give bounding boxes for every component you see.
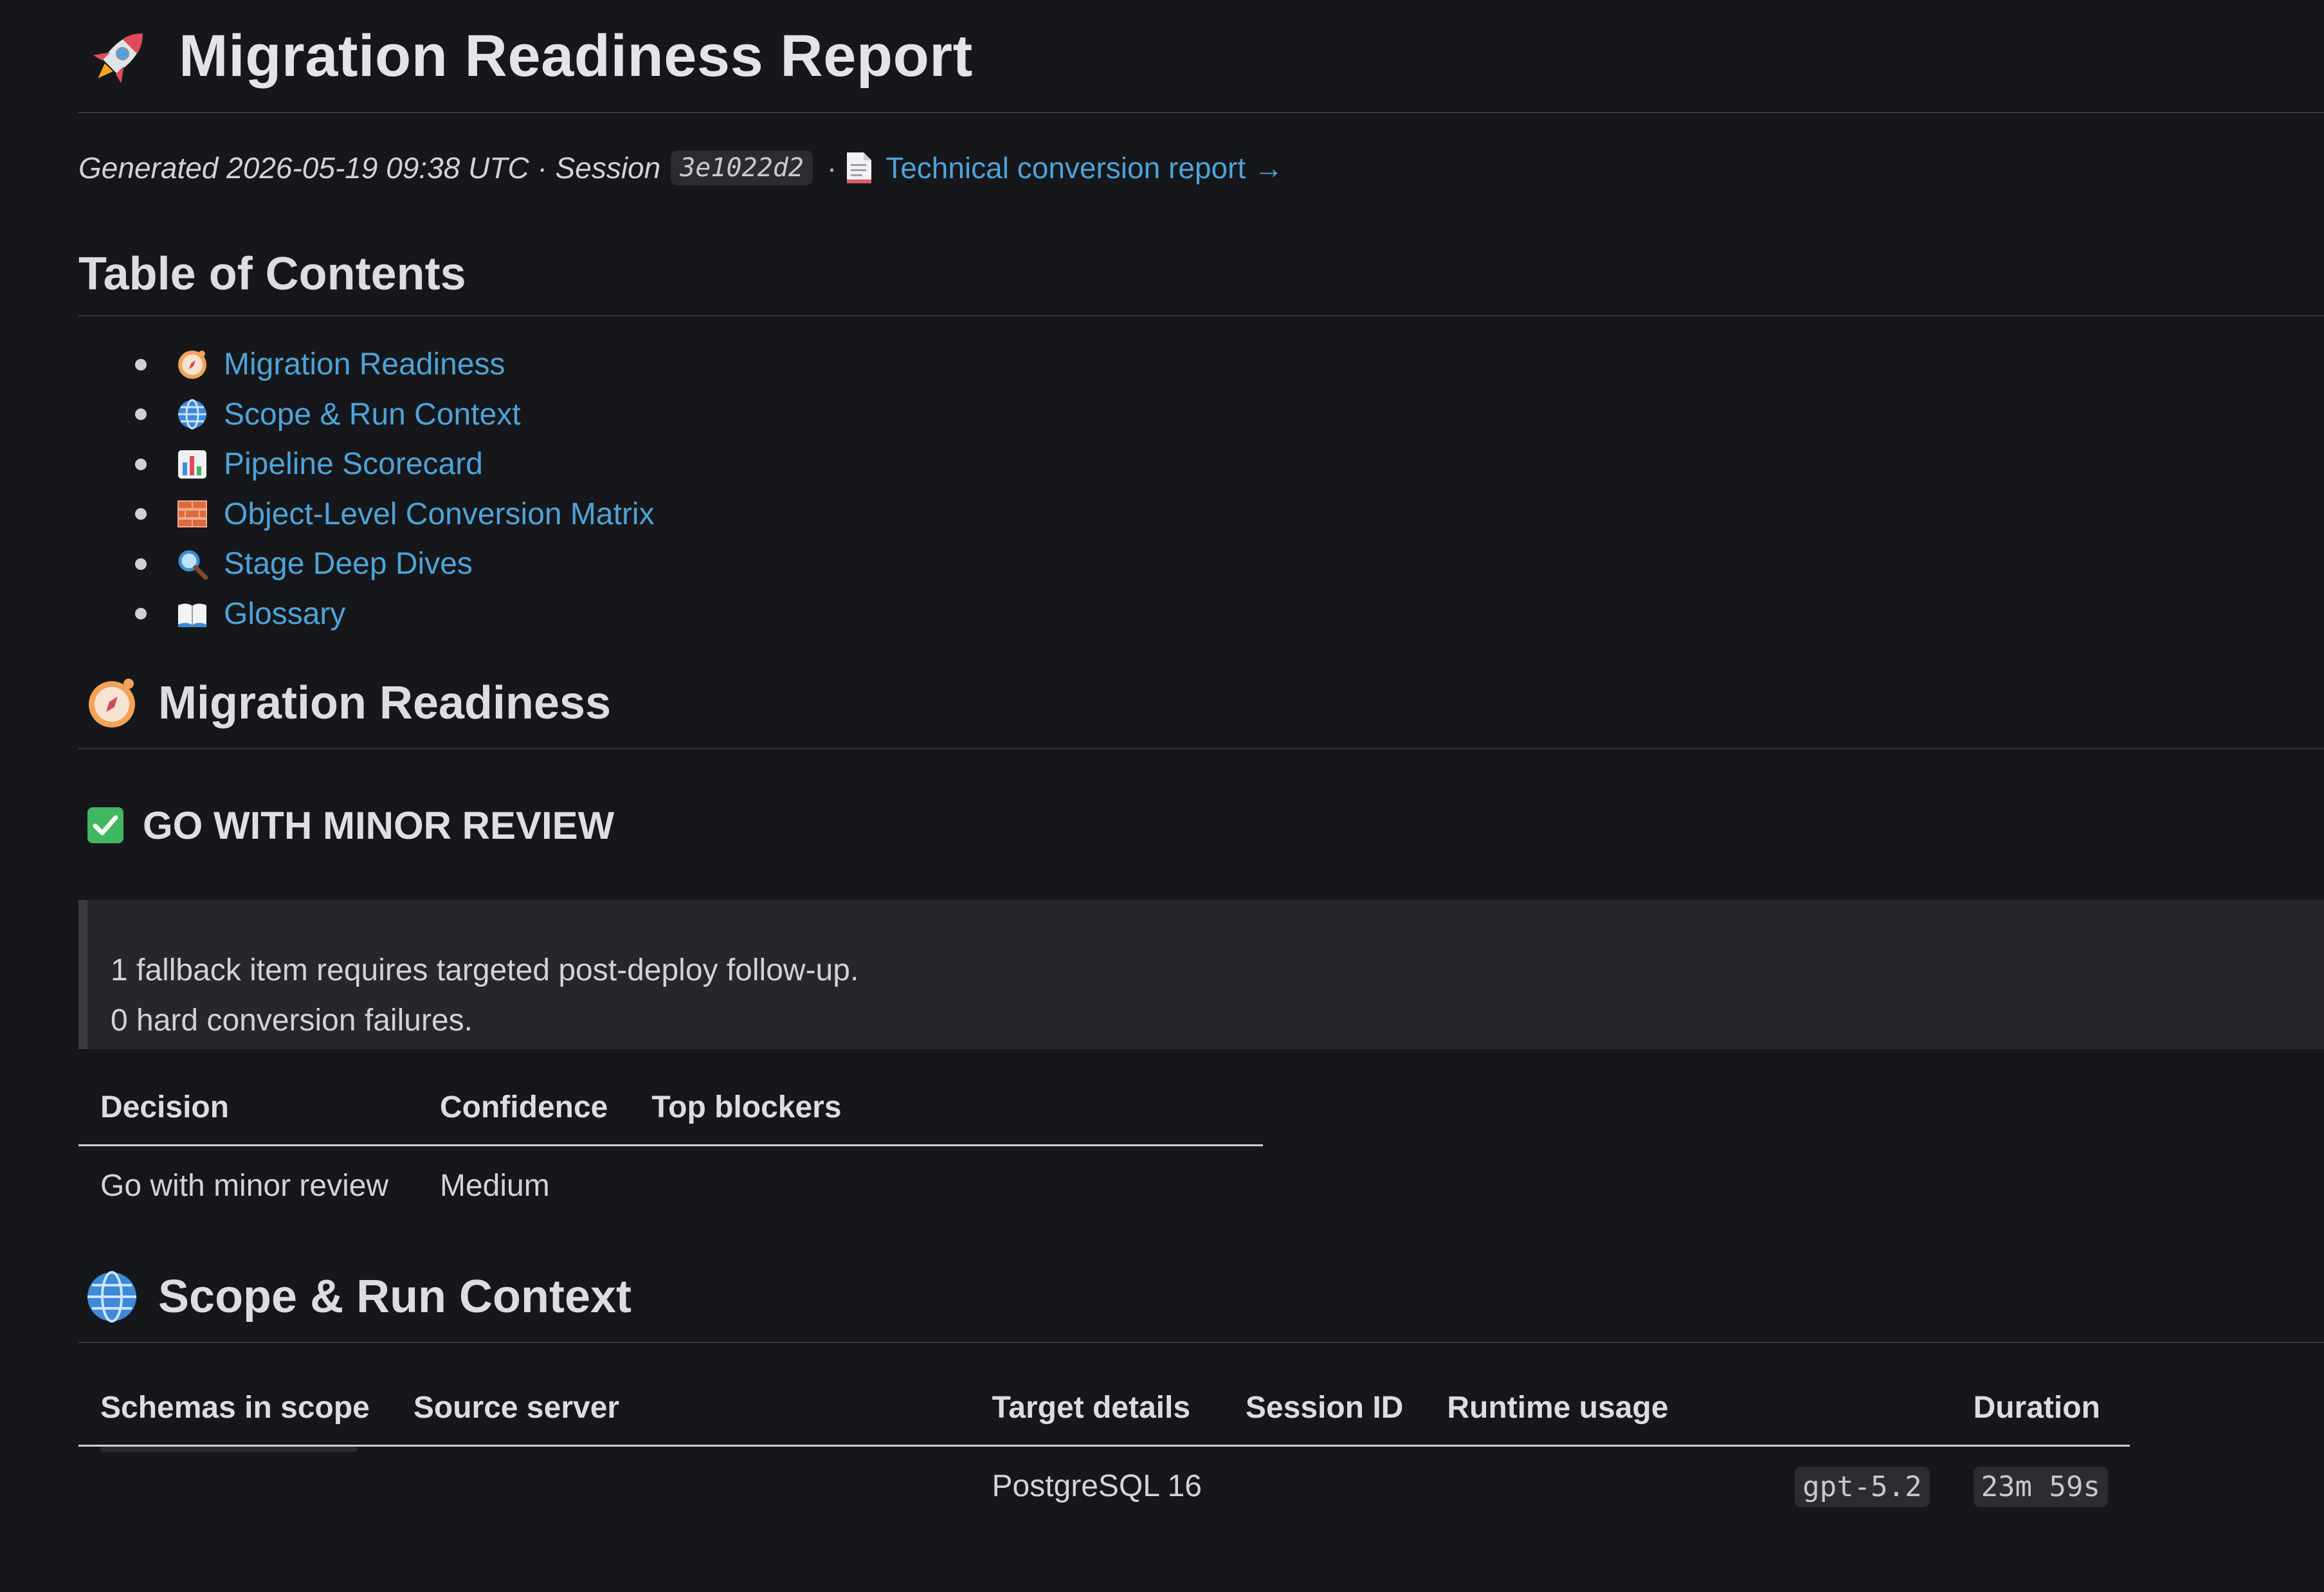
table-row: PostgreSQL 16 gpt-5.2 23m 59s xyxy=(78,1446,2130,1526)
title-text: Migration Readiness Report xyxy=(179,23,973,89)
column-header: Target details xyxy=(970,1370,1224,1447)
column-header: Top blockers xyxy=(630,1070,1263,1146)
redacted-value xyxy=(100,1447,358,1452)
column-header: Session ID xyxy=(1223,1370,1426,1447)
section-title: Scope & Run Context xyxy=(158,1271,632,1322)
table-cell: Medium xyxy=(440,1168,550,1203)
bullet xyxy=(135,558,147,570)
column-header: Confidence xyxy=(418,1070,630,1146)
section-title: Migration Readiness xyxy=(158,677,612,729)
verdict-text: GO WITH MINOR REVIEW xyxy=(143,803,615,847)
column-header: Decision xyxy=(78,1070,418,1146)
callout-line: 0 hard conversion failures. xyxy=(111,1003,473,1038)
bullet xyxy=(135,408,147,421)
section-heading-readiness: Migration Readiness xyxy=(78,658,2324,749)
bullet xyxy=(135,458,147,470)
duration-pill: 23m 59s xyxy=(1973,1466,2108,1507)
readiness-table: Decision Confidence Top blockers Go with… xyxy=(78,1070,1263,1225)
technical-report-link[interactable]: Technical conversion report → xyxy=(885,151,1284,185)
column-header: Schemas in scope xyxy=(78,1370,392,1447)
readiness-callout: 1 fallback item requires targeted post-d… xyxy=(78,900,2324,1049)
document-icon xyxy=(844,151,874,185)
table-cell: 23m 59s xyxy=(1952,1446,2130,1526)
bullet xyxy=(135,508,147,520)
report-meta: Generated 2026-05-19 09:38 UTC · Session… xyxy=(78,144,2324,192)
globe-icon xyxy=(176,398,208,430)
table-cell xyxy=(78,1446,392,1526)
column-header: Source server xyxy=(391,1370,970,1447)
toc-heading-text: Table of Contents xyxy=(78,248,466,300)
toc-item-scorecard: Pipeline Scorecard xyxy=(78,439,2324,489)
table-cell xyxy=(392,1446,970,1526)
table-cell xyxy=(1224,1446,1425,1526)
generated-text: Generated 2026-05-19 09:38 UTC · Session xyxy=(78,151,661,185)
runtime-pill: gpt-5.2 xyxy=(1795,1466,1930,1507)
table-cell: gpt-5.2 xyxy=(1425,1446,1951,1526)
verdict-heading: GO WITH MINOR REVIEW xyxy=(78,793,2324,857)
toc-item-scope: Scope & Run Context xyxy=(78,390,2324,440)
toc-link[interactable]: Migration Readiness xyxy=(224,347,505,382)
toc-link[interactable]: Glossary xyxy=(224,596,345,632)
brick-icon xyxy=(176,498,208,530)
column-header: Runtime usage xyxy=(1425,1370,1952,1447)
check-mark-icon xyxy=(86,806,125,845)
magnifier-icon xyxy=(176,548,208,580)
column-header: Duration xyxy=(1951,1370,2130,1447)
toc-item-migration-readiness: Migration Readiness xyxy=(78,340,2324,390)
toc-link[interactable]: Object-Level Conversion Matrix xyxy=(224,497,655,532)
book-icon xyxy=(176,598,208,630)
session-code: 3e1022d2 xyxy=(671,151,813,185)
toc-link[interactable]: Scope & Run Context xyxy=(224,397,521,432)
toc-link[interactable]: Pipeline Scorecard xyxy=(224,446,483,482)
meta-separator: · xyxy=(826,151,837,185)
globe-icon xyxy=(85,1270,139,1324)
toc-list: Migration Readiness Scope & Run Context … xyxy=(78,340,2324,639)
compass-icon xyxy=(85,676,139,730)
table-header-row: Decision Confidence Top blockers xyxy=(78,1070,1263,1146)
table-row: Go with minor review Medium xyxy=(78,1146,1263,1225)
table-cell: Go with minor review xyxy=(100,1168,389,1203)
toc-item-glossary: Glossary xyxy=(78,589,2324,639)
table-cell: PostgreSQL 16 xyxy=(992,1468,1202,1503)
bullet xyxy=(135,608,147,620)
compass-icon xyxy=(176,349,208,381)
toc-heading: Table of Contents xyxy=(78,233,2324,316)
toc-item-matrix: Object-Level Conversion Matrix xyxy=(78,489,2324,540)
bar-chart-icon xyxy=(176,448,208,480)
toc-link[interactable]: Stage Deep Dives xyxy=(224,546,473,581)
bullet xyxy=(135,358,147,371)
report-page: Migration Readiness Report Generated 202… xyxy=(78,0,2324,1525)
rocket-icon xyxy=(85,21,156,91)
table-header-row: Schemas in scope Source server Target de… xyxy=(78,1370,2130,1447)
table-cell xyxy=(630,1146,1263,1225)
section-heading-scope: Scope & Run Context xyxy=(78,1252,2324,1343)
scope-table: Schemas in scope Source server Target de… xyxy=(78,1370,2130,1525)
toc-item-deep-dives: Stage Deep Dives xyxy=(78,539,2324,589)
callout-line: 1 fallback item requires targeted post-d… xyxy=(111,953,859,987)
page-title: Migration Readiness Report xyxy=(78,0,2324,113)
